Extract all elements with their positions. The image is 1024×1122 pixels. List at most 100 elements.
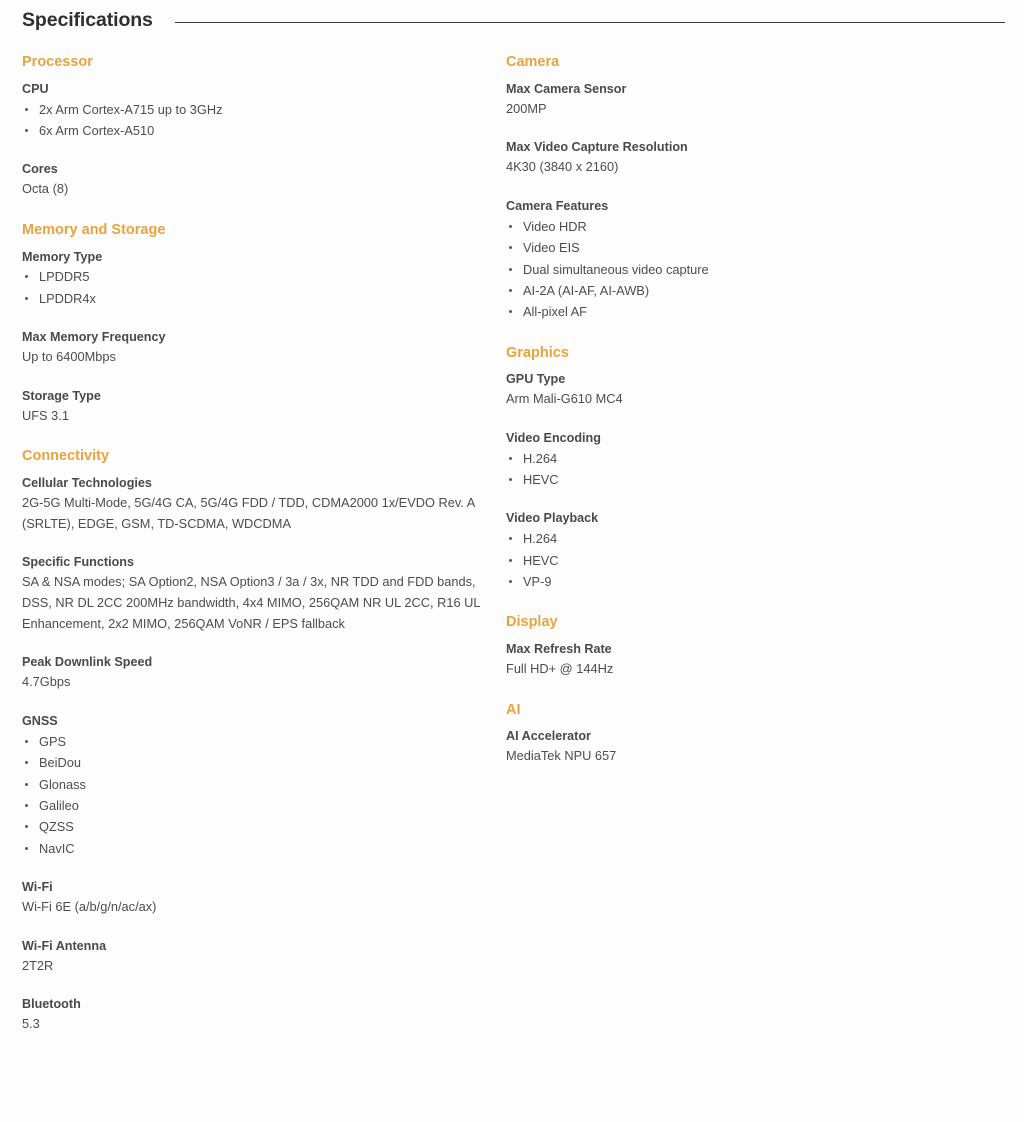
list-item: NavIC [22,838,503,859]
right-column: Camera Max Camera Sensor 200MP Max Video Ca… [503,34,1024,767]
spec-cores: Cores Octa (8) [22,160,503,200]
spec-list: GPS BeiDou Glonass Galileo QZSS NavIC [22,731,503,859]
spec-storage-type: Storage Type UFS 3.1 [22,387,503,427]
list-item: VP-9 [506,571,1024,592]
spec-max-refresh-rate: Max Refresh Rate Full HD+ @ 144Hz [506,640,1024,680]
section-connectivity: Connectivity Cellular Technologies 2G-5G M… [22,448,503,1035]
spec-list: 2x Arm Cortex-A715 up to 3GHz 6x Arm Cort… [22,99,503,142]
section-title: Memory and Storage [22,221,166,238]
spec-list: H.264 HEVC [506,448,1024,491]
spec-value: SA & NSA modes; SA Option2, NSA Option3 … [22,574,481,631]
page-header: Specifications [0,0,1024,34]
section-title: Display [506,614,558,631]
section-memory-and-storage: Memory and Storage Memory Type LPDDR5 LPDDR… [22,222,503,427]
spec-memory-type: Memory Type LPDDR5 LPDDR4x [22,248,503,310]
spec-label: AI Accelerator [506,729,591,744]
spec-max-memory-frequency: Max Memory Frequency Up to 6400Mbps [22,328,503,368]
spec-wi-fi: Wi-Fi Wi-Fi 6E (a/b/g/n/ac/ax) [22,878,503,918]
section-graphics: Graphics GPU Type Arm Mali-G610 MC4 Video E… [506,345,1024,593]
list-item: 6x Arm Cortex-A510 [22,120,503,141]
spec-label: Max Camera Sensor [506,81,627,96]
list-item: HEVC [506,550,1024,571]
spec-label: Max Refresh Rate [506,642,612,657]
spec-label: Cores [22,162,58,177]
spec-label: GPU Type [506,372,566,387]
list-item: Video HDR [506,216,1024,237]
spec-value: 2G-5G Multi-Mode, 5G/4G CA, 5G/4G FDD / … [22,494,475,531]
spec-value: 4K30 (3840 x 2160) [506,159,619,175]
list-item: Video EIS [506,237,1024,258]
spec-camera-features: Camera Features Video HDR Video EIS Dual si… [506,197,1024,323]
spec-cellular-technologies: Cellular Technologies 2G-5G Multi-Mode, 5… [22,474,503,534]
spec-label: Cellular Technologies [22,476,152,491]
spec-label: Video Playback [506,511,599,526]
list-item: AI-2A (AI-AF, AI-AWB) [506,280,1024,301]
spec-label: GNSS [22,714,58,729]
spec-peak-downlink-speed: Peak Downlink Speed 4.7Gbps [22,653,503,693]
page-title: Specifications [22,9,153,32]
spec-bluetooth: Bluetooth 5.3 [22,995,503,1035]
section-title: Connectivity [22,448,110,465]
spec-label: CPU [22,81,49,96]
section-title: AI [506,701,521,718]
spec-label: Bluetooth [22,997,81,1012]
list-item: Dual simultaneous video capture [506,259,1024,280]
list-item: HEVC [506,469,1024,490]
section-title: Camera [506,54,560,70]
spec-video-playback: Video Playback H.264 HEVC VP-9 [506,509,1024,592]
list-item: Glonass [22,774,503,795]
list-item: H.264 [506,528,1024,549]
spec-gpu-type: GPU Type Arm Mali-G610 MC4 [506,370,1024,410]
section-processor: Processor CPU 2x Arm Cortex-A715 up to 3GH… [22,54,503,200]
spec-value: UFS 3.1 [22,407,69,423]
left-column: Processor CPU 2x Arm Cortex-A715 up to 3GH… [0,34,503,1035]
section-display: Display Max Refresh Rate Full HD+ @ 144Hz [506,614,1024,679]
spec-max-video-capture-resolution: Max Video Capture Resolution 4K30 (3840 x… [506,138,1024,178]
spec-list: LPDDR5 LPDDR4x [22,266,503,309]
spec-specific-functions: Specific Functions SA & NSA modes; SA Opt… [22,553,503,634]
spec-value: Full HD+ @ 144Hz [506,661,614,676]
spec-label: Peak Downlink Speed [22,655,153,670]
list-item: Galileo [22,795,503,816]
spec-value: 5.3 [22,1016,40,1032]
spec-label: Specific Functions [22,555,134,570]
spec-label: Video Encoding [506,430,601,445]
spec-label: Wi-Fi Antenna [22,938,107,953]
spec-max-camera-sensor: Max Camera Sensor 200MP [506,80,1024,120]
list-item: GPS [22,731,503,752]
header-divider [174,21,1005,23]
list-item: QZSS [22,816,503,837]
spec-cpu: CPU 2x Arm Cortex-A715 up to 3GHz 6x Arm C… [22,80,503,142]
list-item: All-pixel AF [506,301,1024,322]
spec-value: 200MP [506,100,547,116]
spec-label: Storage Type [22,388,101,403]
spec-value: Wi-Fi 6E (a/b/g/n/ac/ax) [22,898,157,914]
spec-value: 2T2R [22,957,54,973]
section-camera: Camera Max Camera Sensor 200MP Max Video Ca… [506,54,1024,323]
spec-value: Up to 6400Mbps [22,349,116,365]
spec-video-encoding: Video Encoding H.264 HEVC [506,429,1024,491]
list-item: LPDDR5 [22,266,503,287]
section-title: Processor [22,54,93,70]
spec-wi-fi-antenna: Wi-Fi Antenna 2T2R [22,937,503,977]
list-item: 2x Arm Cortex-A715 up to 3GHz [22,99,503,120]
list-item: H.264 [506,448,1024,469]
spec-label: Camera Features [506,198,609,213]
section-title: Graphics [506,344,569,361]
spec-value: 4.7Gbps [22,674,71,690]
section-ai: AI AI Accelerator MediaTek NPU 657 [506,702,1024,767]
list-item: LPDDR4x [22,288,503,309]
spec-value: Octa (8) [22,181,69,197]
spec-ai-accelerator: AI Accelerator MediaTek NPU 657 [506,727,1024,767]
spec-list: Video HDR Video EIS Dual simultaneous vide… [506,216,1024,323]
spec-label: Memory Type [22,249,103,264]
spec-label: Wi-Fi [22,880,53,895]
spec-gnss: GNSS GPS BeiDou Glonass Galileo QZSS NavIC [22,712,503,859]
spec-value: Arm Mali-G610 MC4 [506,391,623,407]
spec-label: Max Video Capture Resolution [506,140,688,155]
spec-value: MediaTek NPU 657 [506,748,617,764]
specifications-page: Specifications Processor CPU 2x Arm Cortex… [0,0,1024,1122]
list-item: BeiDou [22,752,503,773]
spec-list: H.264 HEVC VP-9 [506,528,1024,592]
specifications-columns: Processor CPU 2x Arm Cortex-A715 up to 3GH… [0,34,1024,1035]
